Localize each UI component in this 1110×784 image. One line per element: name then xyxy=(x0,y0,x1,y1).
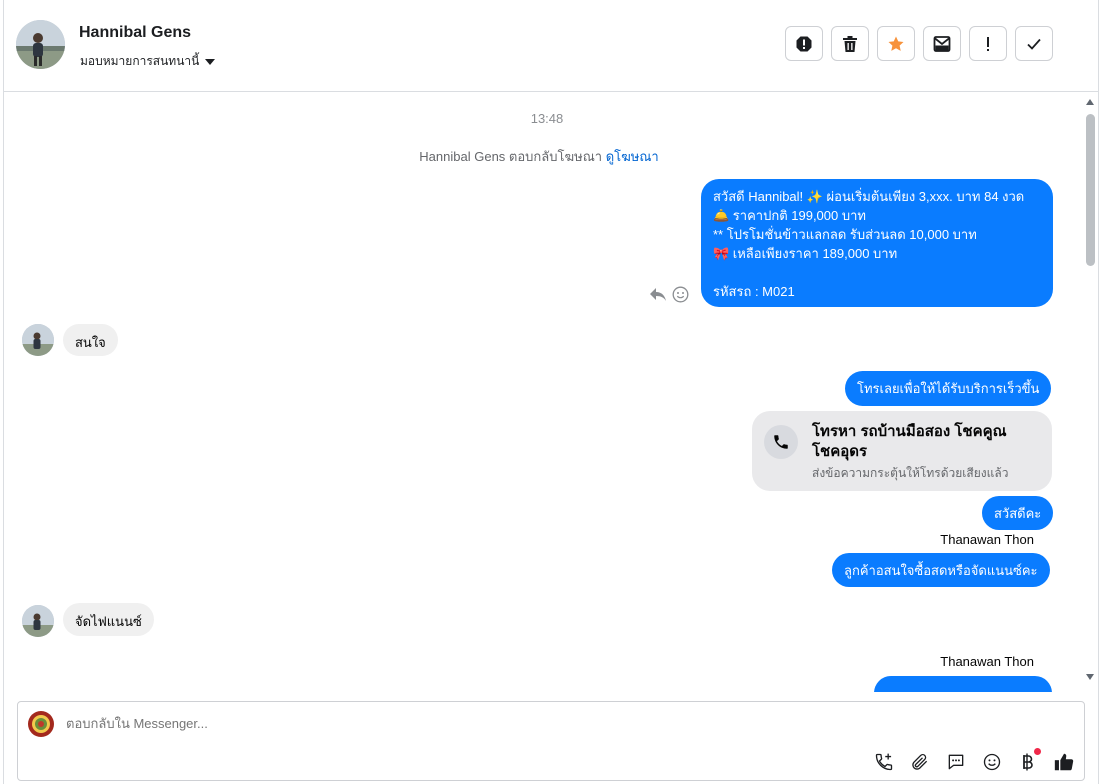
call-card-title: โทรหา รถบ้านมือสอง โชคคูณ โชคอุดร xyxy=(812,423,1007,460)
view-ad-link[interactable]: ดูโฆษณา xyxy=(606,149,659,164)
ad-reply-notice: Hannibal Gens ตอบกลับโฆษณา ดูโฆษณา xyxy=(4,146,1074,167)
trash-icon xyxy=(843,35,857,52)
scroll-down-arrow-icon[interactable] xyxy=(1086,674,1094,680)
call-add-button[interactable] xyxy=(872,750,895,773)
star-button[interactable] xyxy=(877,26,915,61)
contact-avatar-small[interactable] xyxy=(22,605,54,637)
payment-button[interactable] xyxy=(1016,748,1041,773)
incoming-message[interactable]: จัดไฟแนนซ์ xyxy=(63,603,154,636)
outgoing-message[interactable]: สวัสดีคะ xyxy=(982,496,1054,530)
call-card-subtitle: ส่งข้อความกระตุ้นให้โทรด้วยเสียงแล้ว xyxy=(812,466,1009,480)
spam-button[interactable] xyxy=(785,26,823,61)
contact-avatar-small[interactable] xyxy=(22,324,54,356)
sender-name: Thanawan Thon xyxy=(940,654,1034,669)
emoji-button[interactable] xyxy=(980,750,1003,773)
mark-done-button[interactable] xyxy=(1015,26,1053,61)
incoming-message[interactable]: สนใจ xyxy=(63,324,118,356)
message-list[interactable]: 13:48 Hannibal Gens ตอบกลับโฆษณา ดูโฆษณา… xyxy=(4,92,1082,692)
message-line: 🛎️ ราคาปกติ 199,000 บาท xyxy=(713,208,866,223)
notification-dot xyxy=(1034,748,1041,755)
like-button[interactable] xyxy=(1052,750,1075,773)
outgoing-message-partial[interactable] xyxy=(874,676,1052,692)
assign-label: มอบหมายการสนทนานี้ xyxy=(80,54,200,68)
message-timestamp: 13:48 xyxy=(530,111,564,126)
spam-icon xyxy=(796,36,812,51)
outgoing-message[interactable]: สวัสดี Hannibal! ✨ ผ่อนเริ่มต้นเพียง 3,x… xyxy=(701,179,1053,307)
contact-name[interactable]: Hannibal Gens xyxy=(79,24,191,42)
ad-reply-text: Hannibal Gens ตอบกลับโฆษณา xyxy=(419,149,603,164)
message-line: 🎀 เหลือเพียงราคา 189,000 บาท xyxy=(713,246,898,261)
like-icon xyxy=(1054,753,1073,770)
reply-composer xyxy=(17,701,1085,781)
mark-unread-icon xyxy=(933,35,951,52)
caret-down-icon xyxy=(205,59,216,65)
call-request-card[interactable]: โทรหา รถบ้านมือสอง โชคคูณ โชคอุดร ส่งข้อ… xyxy=(752,411,1052,491)
outgoing-message[interactable]: ลูกค้าอสนใจซื้อสดหรือจัดแนนซ์คะ xyxy=(832,553,1050,587)
page-avatar xyxy=(28,711,54,737)
follow-up-icon xyxy=(987,36,989,51)
check-icon xyxy=(1027,38,1041,50)
message-text: โทรเลยเพื่อให้ได้รับบริการเร็วขึ้น xyxy=(857,381,1040,396)
attach-button[interactable] xyxy=(908,750,931,773)
star-icon xyxy=(888,36,904,51)
message-text: จัดไฟแนนซ์ xyxy=(75,614,142,629)
mark-unread-button[interactable] xyxy=(923,26,961,61)
contact-avatar[interactable] xyxy=(16,20,65,69)
conversation-panel: Hannibal Gens มอบหมายการสนทนานี้ 13:48 H… xyxy=(3,0,1099,784)
saved-replies-icon xyxy=(948,754,963,769)
follow-up-button[interactable] xyxy=(969,26,1007,61)
conversation-header: Hannibal Gens มอบหมายการสนทนานี้ xyxy=(4,0,1098,92)
emoji-icon xyxy=(983,753,1000,770)
assign-conversation-dropdown[interactable]: มอบหมายการสนทนานี้ xyxy=(80,52,216,71)
message-text: ลูกค้าอสนใจซื้อสดหรือจัดแนนซ์คะ xyxy=(844,563,1038,578)
reply-input[interactable] xyxy=(66,716,866,731)
scrollbar-thumb[interactable] xyxy=(1086,114,1095,266)
message-text: สนใจ xyxy=(75,335,106,350)
message-line: สวัสดี Hannibal! ✨ ผ่อนเริ่มต้นเพียง 3,x… xyxy=(713,189,1025,204)
message-line: ** โปรโมชั่นข้าวแลกลด รับส่วนลด 10,000 บ… xyxy=(713,227,977,242)
react-emoji-icon[interactable] xyxy=(672,286,689,308)
delete-button[interactable] xyxy=(831,26,869,61)
message-text: สวัสดีคะ xyxy=(994,506,1042,521)
message-line xyxy=(713,263,1041,282)
scroll-up-arrow-icon[interactable] xyxy=(1086,99,1094,105)
baht-payment-icon xyxy=(1022,753,1033,770)
reply-icon[interactable] xyxy=(649,286,667,307)
phone-icon xyxy=(764,425,798,459)
saved-replies-button[interactable] xyxy=(944,750,967,773)
header-actions xyxy=(785,26,1053,61)
outgoing-message[interactable]: โทรเลยเพื่อให้ได้รับบริการเร็วขึ้น xyxy=(845,371,1052,406)
call-add-icon xyxy=(875,753,892,770)
attach-icon xyxy=(911,753,927,770)
composer-tools xyxy=(872,748,1075,773)
sender-name: Thanawan Thon xyxy=(940,532,1034,547)
message-line: รหัสรถ : M021 xyxy=(713,284,795,299)
